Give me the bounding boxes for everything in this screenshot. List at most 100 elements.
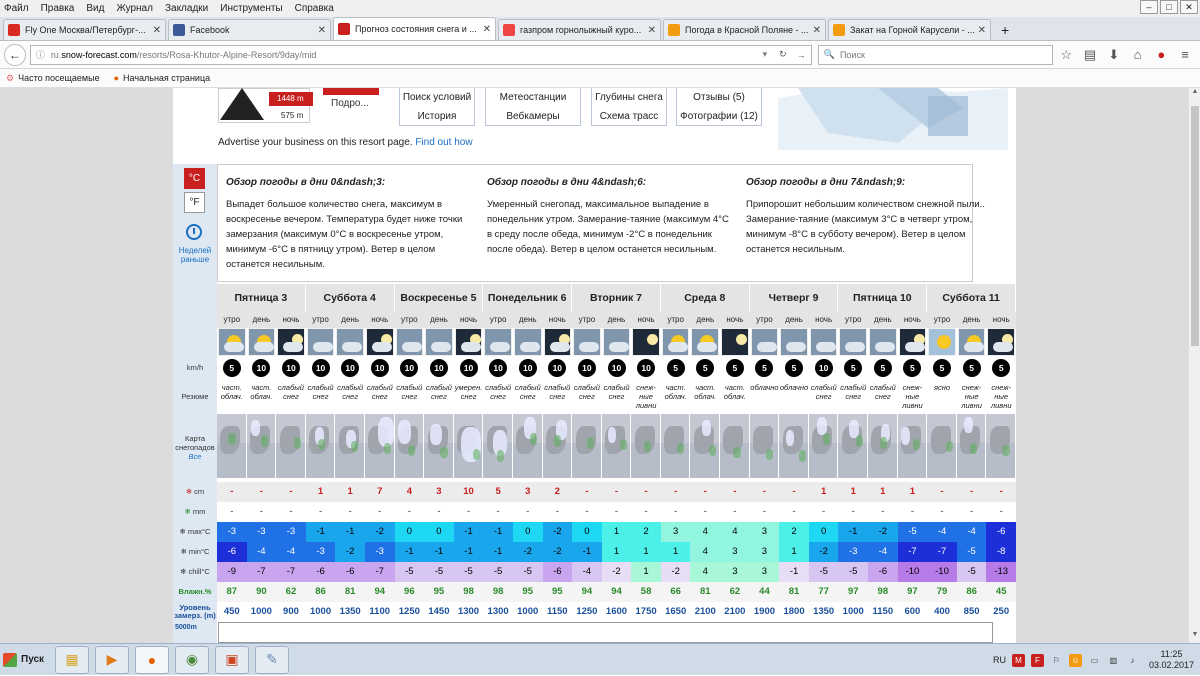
piste-map-link[interactable]: Схема трасс [592, 107, 666, 126]
snowfall-map[interactable] [779, 414, 809, 478]
snowfall-map[interactable] [749, 414, 780, 478]
snowfall-map[interactable] [335, 414, 365, 478]
find-out-how-link[interactable]: Find out how [415, 137, 472, 148]
close-tab-icon[interactable]: ✕ [153, 25, 161, 36]
display-icon[interactable]: ▭ [1088, 654, 1101, 667]
menu-item[interactable]: Инструменты [220, 3, 282, 14]
scroll-thumb[interactable] [1191, 106, 1199, 346]
flash-icon[interactable]: F [1030, 653, 1044, 667]
download-icon[interactable]: ⬇ [1103, 47, 1125, 63]
flag-icon[interactable]: ⚐ [1050, 654, 1063, 667]
explorer-taskbar-icon[interactable]: ▦ [55, 645, 89, 674]
snowfall-map[interactable] [512, 414, 543, 478]
media-player-taskbar-icon[interactable]: ▶ [95, 645, 129, 674]
tab-5[interactable]: Закат на Горной Карусели - ... ✕ [828, 19, 991, 40]
menu-item[interactable]: Правка [41, 3, 75, 14]
fahrenheit-button[interactable]: °F [184, 192, 205, 213]
snowfall-map[interactable] [246, 414, 277, 478]
snowfall-map[interactable] [720, 414, 750, 478]
header-menu-1[interactable]: Поиск условий История [399, 88, 475, 126]
forward-icon[interactable]: → [797, 50, 806, 60]
bookmark-start-page[interactable]: ● Начальная страница [114, 73, 211, 83]
forecast-button[interactable] [323, 88, 379, 95]
snowfall-map[interactable] [868, 414, 898, 478]
map-all-link[interactable]: Все [173, 452, 217, 461]
home-icon[interactable]: ⌂ [1127, 47, 1149, 62]
close-icon[interactable]: ✕ [1180, 0, 1198, 14]
snowfall-map[interactable] [897, 414, 928, 478]
celsius-button[interactable]: °C [184, 168, 205, 189]
snowfall-map[interactable] [453, 414, 484, 478]
search-input[interactable]: 🔍 Поиск [817, 44, 1054, 65]
volume-icon[interactable]: ♪ [1126, 654, 1139, 667]
chrome-taskbar-icon[interactable]: ◉ [175, 645, 209, 674]
snowfall-map[interactable] [690, 414, 721, 478]
snowfall-map[interactable] [542, 414, 573, 478]
close-tab-icon[interactable]: ✕ [978, 25, 986, 36]
snowfall-map[interactable] [572, 414, 602, 478]
scroll-up-icon[interactable]: ▲ [1189, 88, 1200, 100]
menu-item[interactable]: Закладки [165, 3, 208, 14]
tab-2[interactable]: Прогноз состояния снега и ... ✕ [333, 17, 496, 40]
dropdown-icon[interactable]: ▾ [763, 49, 768, 60]
webcams-link[interactable]: Вебкамеры [486, 107, 580, 126]
snowfall-map[interactable] [305, 414, 336, 478]
week-earlier-link[interactable]: Неделей раньше [173, 246, 217, 264]
scroll-down-icon[interactable]: ▼ [1189, 631, 1200, 643]
snowfall-map[interactable] [364, 414, 395, 478]
menu-icon[interactable]: ≡ [1174, 47, 1196, 62]
tab-1[interactable]: Facebook ✕ [168, 19, 331, 40]
snowfall-map[interactable] [217, 414, 247, 478]
maximize-icon[interactable]: □ [1160, 0, 1178, 14]
snowfall-map[interactable] [808, 414, 839, 478]
update-icon[interactable]: ☺ [1068, 653, 1082, 667]
mail-icon[interactable]: M [1011, 653, 1025, 667]
weather-stations-link[interactable]: Метеостанции [486, 88, 580, 107]
tab-3[interactable]: газпром горнолыжный курo... ✕ [498, 19, 661, 40]
paint-taskbar-icon[interactable]: ✎ [255, 645, 289, 674]
vertical-scrollbar[interactable]: ▲ ▼ [1188, 88, 1200, 643]
adblock-icon[interactable]: ● [1150, 47, 1172, 62]
tab-4[interactable]: Погода в Красной Поляне - ... ✕ [663, 19, 826, 40]
back-button[interactable]: ← [4, 43, 26, 66]
history-link[interactable]: История [400, 107, 474, 126]
search-conditions-link[interactable]: Поиск условий [400, 88, 474, 107]
snowfall-map[interactable] [276, 414, 306, 478]
menu-item[interactable]: Журнал [116, 3, 153, 14]
firefox-taskbar-icon[interactable]: ● [135, 645, 169, 674]
url-bar[interactable]: ⓘ ru. snow-forecast.com/resorts/Rosa-Khut… [29, 44, 812, 65]
header-menu-3[interactable]: Глубины снега Схема трасс [591, 88, 667, 126]
reviews-link[interactable]: Отзывы (5) [677, 88, 761, 107]
snowfall-map[interactable] [838, 414, 869, 478]
start-button[interactable]: Пуск [3, 648, 49, 672]
bookmark-most-visited[interactable]: ⚙ Часто посещаемые [6, 73, 100, 84]
snow-depths-link[interactable]: Глубины снега [592, 88, 666, 107]
reload-icon[interactable]: ↻ [779, 49, 787, 60]
info-icon[interactable]: ⓘ [36, 48, 45, 61]
star-icon[interactable]: ☆ [1055, 47, 1077, 63]
language-indicator[interactable]: RU [993, 655, 1006, 665]
menu-item[interactable]: Справка [295, 3, 334, 14]
snowfall-map[interactable] [956, 414, 987, 478]
close-tab-icon[interactable]: ✕ [813, 25, 821, 36]
snowfall-map[interactable] [986, 414, 1016, 478]
snowfall-map[interactable] [424, 414, 454, 478]
tab-0[interactable]: Fly One Москва/Петербург-... ✕ [3, 19, 166, 40]
new-tab-button[interactable]: + [993, 19, 1017, 40]
snowfall-map[interactable] [660, 414, 691, 478]
network-icon[interactable]: ▥ [1107, 654, 1120, 667]
header-menu-4[interactable]: Отзывы (5) Фотографии (12) [676, 88, 762, 126]
menu-item[interactable]: Файл [4, 3, 29, 14]
photos-link[interactable]: Фотографии (12) [677, 107, 761, 126]
more-link[interactable]: Подро... [331, 98, 369, 109]
clock[interactable]: 11:25 03.02.2017 [1149, 649, 1194, 671]
close-tab-icon[interactable]: ✕ [318, 25, 326, 36]
reading-list-icon[interactable]: ▤ [1079, 47, 1101, 63]
menu-item[interactable]: Вид [86, 3, 104, 14]
minimize-icon[interactable]: – [1140, 0, 1158, 14]
presentation-taskbar-icon[interactable]: ▣ [215, 645, 249, 674]
close-tab-icon[interactable]: ✕ [483, 24, 491, 35]
snowfall-map[interactable] [483, 414, 513, 478]
header-menu-2[interactable]: Метеостанции Вебкамеры [485, 88, 581, 126]
snowfall-map[interactable] [927, 414, 957, 478]
